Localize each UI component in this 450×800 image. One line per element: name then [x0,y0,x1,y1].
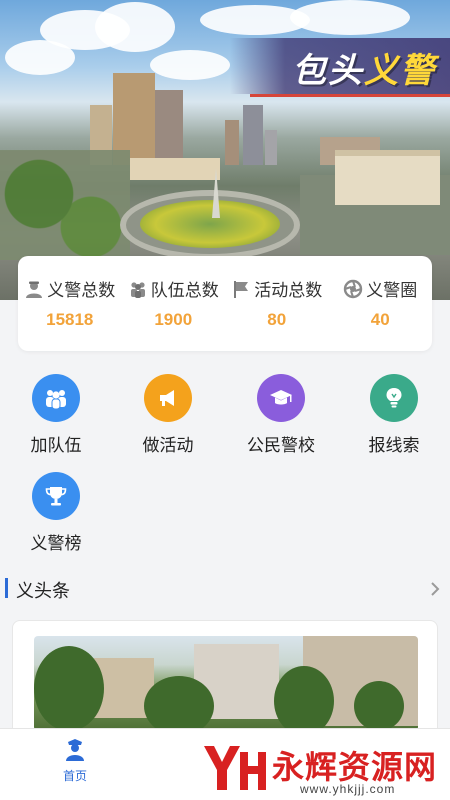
app-title-accent: 义警 [364,51,436,91]
stats-card: 义警总数 15818 队伍总数 1900 活动总数 80 义警圈 40 [18,256,432,351]
stat-value: 80 [267,310,287,329]
watermark: 永辉资源网 www.yhkjjj.com [200,738,450,800]
megaphone-icon [160,390,174,406]
stat-label: 活动总数 [254,281,323,300]
stat-circle[interactable]: 义警圈 40 [329,256,433,351]
menu-police-school[interactable]: 公民警校 [225,374,337,456]
stat-value: 1900 [154,310,193,329]
hero-banner: 包头义警 [0,0,450,300]
stat-value: 40 [370,310,390,329]
police-officer-icon [66,739,84,761]
menu-ranking[interactable]: 义警榜 [0,472,112,554]
stat-label: 义警总数 [47,281,116,300]
flag-icon [234,280,249,298]
watermark-url: www.yhkjjj.com [300,782,396,796]
menu-label: 做活动 [142,436,194,455]
menu-icon-circle [32,472,80,520]
tab-home[interactable]: 首页 [30,737,120,784]
trophy-icon [45,487,67,506]
stat-activities[interactable]: 活动总数 80 [225,256,329,351]
menu-icon-circle [32,374,80,422]
team-icon [130,281,145,298]
lightbulb-icon [386,388,402,408]
section-accent-bar [5,578,8,598]
menu-icon-circle [144,374,192,422]
stat-label: 队伍总数 [150,281,219,300]
volunteer-police-icon [26,281,43,298]
graduation-cap-icon [270,390,292,405]
stat-value: 15818 [46,310,94,329]
section-title: 义头条 [16,581,70,601]
menu-report-clue[interactable]: 报线索 [338,374,450,456]
stat-volunteers[interactable]: 义警总数 15818 [18,256,122,351]
tab-label: 首页 [62,769,87,783]
watermark-logo [204,746,266,790]
menu-label: 报线索 [368,436,420,455]
aperture-icon [344,279,363,298]
menu-icon-circle [370,374,418,422]
app-title: 包头义警 [292,43,436,92]
team-icon [46,390,66,410]
menu-icon-circle [257,374,305,422]
menu-do-activity[interactable]: 做活动 [112,374,224,456]
app-title-main: 包头 [292,51,364,91]
stat-teams[interactable]: 队伍总数 1900 [122,256,226,351]
menu-label: 义警榜 [30,534,82,553]
chevron-right-icon[interactable] [428,580,442,598]
stat-label: 义警圈 [366,281,418,300]
menu-label: 加队伍 [30,436,82,455]
menu-join-team[interactable]: 加队伍 [0,374,112,456]
headline-photo [34,636,418,731]
menu-label: 公民警校 [247,436,315,455]
headlines-header[interactable]: 义头条 [0,574,450,604]
